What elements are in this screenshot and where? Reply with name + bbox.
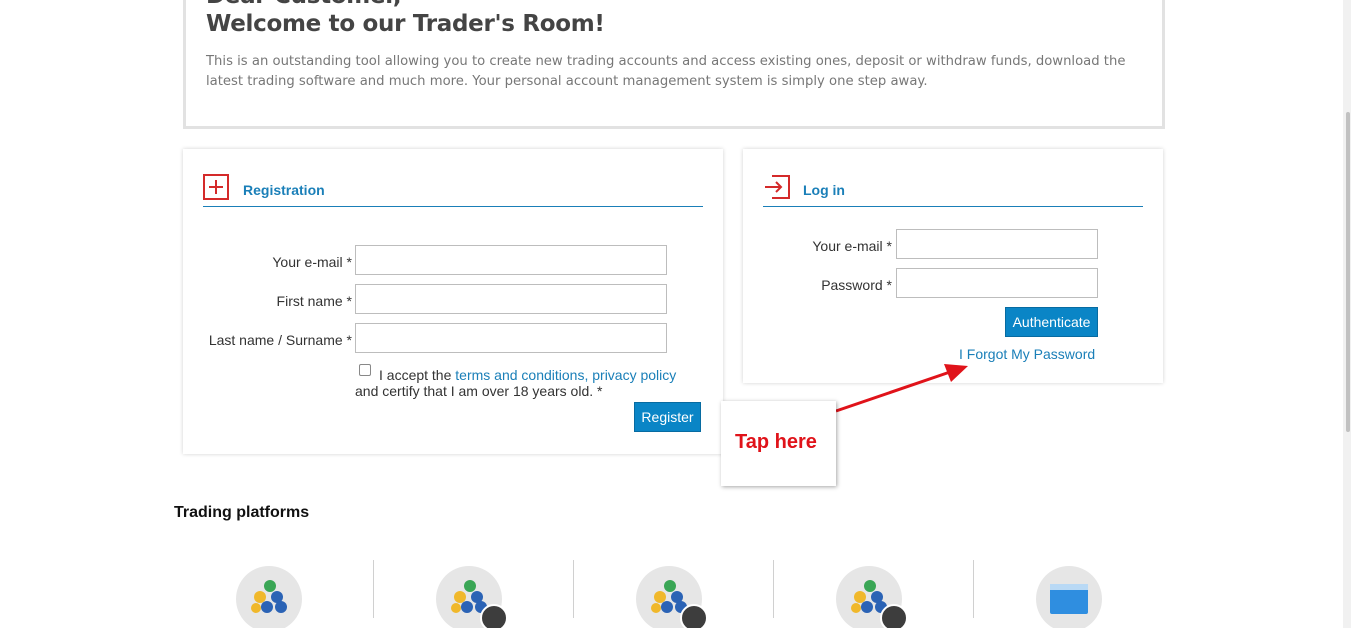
platform-item[interactable] <box>236 566 302 628</box>
android-icon <box>680 604 708 628</box>
registration-panel: Registration Your e-mail * First name * … <box>183 149 723 454</box>
platform-divider <box>573 560 574 618</box>
platform-item[interactable] <box>1036 566 1102 628</box>
accept-terms-text: I accept the terms and conditions, priva… <box>379 367 676 383</box>
welcome-title: Dear Customer, Welcome to our Trader's R… <box>206 0 605 38</box>
metatrader-icon <box>251 580 287 613</box>
login-header: Log in <box>763 175 1143 207</box>
login-panel: Log in Your e-mail * Password * Authenti… <box>743 149 1163 383</box>
password-input[interactable] <box>896 268 1098 298</box>
reg-email-label: Your e-mail * <box>272 254 352 270</box>
platform-item[interactable] <box>836 566 908 628</box>
login-email-label: Your e-mail * <box>812 238 892 254</box>
accept-terms-checkbox[interactable] <box>359 364 371 376</box>
last-name-label: Last name / Surname * <box>208 332 352 348</box>
welcome-title-line2: Welcome to our Trader's Room! <box>206 11 605 37</box>
last-name-input[interactable] <box>355 323 667 353</box>
authenticate-button[interactable]: Authenticate <box>1005 307 1098 337</box>
forgot-password-link[interactable]: I Forgot My Password <box>959 346 1095 362</box>
platform-item[interactable] <box>436 566 508 628</box>
apple-icon <box>480 604 508 628</box>
privacy-policy-link[interactable]: privacy policy <box>592 367 676 383</box>
scrollbar-thumb[interactable] <box>1346 112 1350 432</box>
tap-here-callout: Tap here <box>721 401 836 486</box>
login-email-input[interactable] <box>896 229 1098 259</box>
platforms-title: Trading platforms <box>174 504 310 521</box>
platform-divider <box>973 560 974 618</box>
login-title: Log in <box>803 182 845 198</box>
first-name-label: First name * <box>276 293 352 309</box>
registration-header: Registration <box>203 174 703 207</box>
register-button[interactable]: Register <box>634 402 701 432</box>
terms-link[interactable]: terms and conditions, <box>455 367 588 383</box>
apple-icon <box>880 604 908 628</box>
login-arrow-icon <box>765 175 790 199</box>
platform-divider <box>373 560 374 618</box>
registration-title: Registration <box>243 182 325 198</box>
certify-text: and certify that I am over 18 years old.… <box>355 383 603 399</box>
welcome-text: This is an outstanding tool allowing you… <box>206 54 1126 89</box>
platform-item[interactable] <box>636 566 708 628</box>
plus-icon <box>203 174 229 200</box>
platform-divider <box>773 560 774 618</box>
reg-email-input[interactable] <box>355 245 667 275</box>
first-name-input[interactable] <box>355 284 667 314</box>
welcome-box: Dear Customer, Welcome to our Trader's R… <box>183 0 1165 129</box>
web-terminal-icon <box>1050 584 1088 614</box>
callout-arrow <box>835 364 968 413</box>
accept-prefix: I accept the <box>379 367 456 383</box>
password-label: Password * <box>821 277 892 293</box>
welcome-title-line1: Dear Customer, <box>206 0 605 10</box>
callout-text: Tap here <box>735 431 817 453</box>
